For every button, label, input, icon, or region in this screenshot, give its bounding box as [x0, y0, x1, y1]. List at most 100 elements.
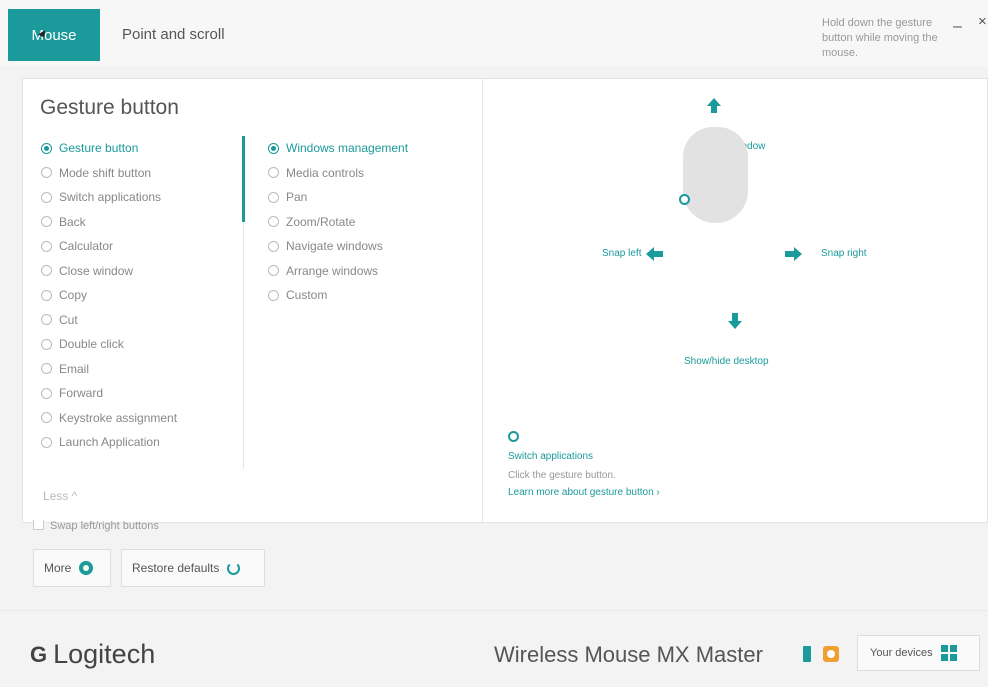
radio-icon[interactable]	[41, 436, 52, 448]
radio-icon[interactable]	[268, 167, 279, 179]
radio-icon[interactable]	[41, 338, 52, 350]
less-toggle[interactable]: Less ^	[43, 489, 77, 503]
tab-point-and-scroll[interactable]: Point and scroll	[122, 26, 225, 43]
radio-icon[interactable]	[41, 289, 52, 301]
gesture-mode-option[interactable]: Pan	[268, 185, 408, 210]
button-action-list: Gesture button Mode shift button Switch ap…	[41, 136, 177, 468]
button-action-option[interactable]: Launch Application	[41, 430, 177, 455]
label-show-hide-desktop: Show/hide desktop	[684, 356, 769, 367]
gear-icon	[79, 561, 94, 575]
radio-icon[interactable]	[41, 191, 52, 203]
button-action-option[interactable]: Mode shift button	[41, 161, 177, 186]
arrow-down-icon	[728, 321, 742, 329]
radio-icon[interactable]	[268, 216, 279, 228]
your-devices-button[interactable]: Your devices	[857, 635, 980, 671]
arrow-left-icon	[646, 247, 654, 261]
button-action-option[interactable]: Copy	[41, 283, 177, 308]
label-snap-right: Snap right	[821, 248, 867, 259]
gesture-mode-option[interactable]: Media controls	[268, 161, 408, 186]
radio-icon[interactable]	[41, 387, 52, 399]
button-action-option-label: Back	[59, 214, 86, 229]
logo-text: Logitech	[53, 639, 156, 669]
more-label: More	[44, 561, 72, 575]
gesture-mode-option-label: Pan	[286, 190, 308, 205]
button-action-option[interactable]: Keystroke assignment	[41, 406, 177, 431]
gesture-mode-option[interactable]: Windows management	[268, 136, 408, 161]
button-action-option[interactable]: Close window	[41, 259, 177, 284]
list-scrollbar-thumb[interactable]	[242, 136, 245, 222]
button-action-option-label: Forward	[59, 386, 104, 401]
button-action-option[interactable]: Cut	[41, 308, 177, 333]
button-action-option-label: Close window	[59, 263, 134, 278]
radio-icon[interactable]	[268, 265, 279, 277]
radio-icon[interactable]	[41, 412, 52, 424]
arrow-right-icon	[794, 247, 802, 261]
radio-icon[interactable]	[41, 363, 52, 375]
radio-icon[interactable]	[268, 191, 279, 203]
gesture-settings-panel: Gesture button Gesture button Mode shift …	[22, 78, 988, 523]
button-action-option-label: Double click	[59, 337, 124, 352]
gesture-mode-option-label: Windows management	[286, 141, 409, 156]
radio-icon[interactable]	[41, 216, 52, 228]
radio-icon[interactable]	[41, 142, 52, 154]
radio-icon[interactable]	[41, 314, 52, 326]
button-action-option-label: Keystroke assignment	[59, 410, 178, 425]
your-devices-label: Your devices	[870, 647, 933, 659]
more-button[interactable]: More	[33, 549, 111, 587]
button-action-option[interactable]: Calculator	[41, 234, 177, 259]
gesture-button-marker	[679, 194, 690, 205]
gesture-mode-option-label: Arrange windows	[286, 263, 379, 278]
device-name: Wireless Mouse MX Master	[494, 642, 763, 667]
close-button[interactable]: ×	[978, 13, 987, 30]
button-action-option[interactable]: Switch applications	[41, 185, 177, 210]
devices-grid-icon	[940, 645, 957, 661]
arrow-left-stem	[654, 251, 663, 257]
button-action-option[interactable]: Double click	[41, 332, 177, 357]
switch-applications-description: Click the gesture button.	[508, 470, 616, 481]
unifying-receiver-icon	[823, 646, 839, 662]
radio-icon[interactable]	[41, 265, 52, 277]
arrow-up-stem	[711, 105, 717, 113]
button-action-option[interactable]: Email	[41, 357, 177, 382]
gesture-mode-option-label: Custom	[286, 288, 328, 303]
radio-icon[interactable]	[268, 142, 279, 154]
button-action-option-label: Email	[59, 361, 90, 376]
label-snap-left: Snap left	[602, 248, 642, 259]
logitech-logo: G Logitech	[30, 639, 155, 670]
gesture-mode-option[interactable]: Navigate windows	[268, 234, 408, 259]
radio-icon[interactable]	[41, 167, 52, 179]
gesture-mode-option-label: Zoom/Rotate	[286, 214, 356, 229]
button-action-option-label: Launch Application	[59, 435, 160, 450]
gesture-mode-list: Windows management Media controls Pan Zoom/…	[268, 136, 408, 308]
mouse-illustration	[683, 127, 748, 223]
radio-icon[interactable]	[268, 240, 279, 252]
arrow-right-stem	[785, 251, 794, 257]
button-action-option-label: Calculator	[59, 239, 114, 254]
restore-defaults-button[interactable]: Restore defaults	[121, 549, 265, 587]
button-action-option-label: Copy	[59, 288, 88, 303]
button-action-option-label: Cut	[59, 312, 78, 327]
button-action-option[interactable]: Back	[41, 210, 177, 235]
gesture-mode-option[interactable]: Custom	[268, 283, 408, 308]
gesture-mode-option-label: Navigate windows	[286, 239, 383, 254]
gesture-mode-option[interactable]: Zoom/Rotate	[268, 210, 408, 235]
swap-buttons-row[interactable]: Swap left/right buttons	[33, 520, 159, 532]
radio-icon[interactable]	[268, 289, 279, 301]
footer-bar: G Logitech Wireless Mouse MX Master Your…	[0, 610, 988, 687]
gesture-hint: Hold down the gesture button while movin…	[822, 17, 938, 59]
swap-buttons-label: Swap left/right buttons	[50, 520, 159, 532]
gesture-mode-option[interactable]: Arrange windows	[268, 259, 408, 284]
panel-title: Gesture button	[40, 96, 179, 119]
button-action-option-label: Switch applications	[59, 190, 162, 205]
restore-defaults-label: Restore defaults	[132, 561, 220, 575]
swap-buttons-checkbox[interactable]	[33, 520, 44, 530]
restore-icon	[227, 561, 241, 575]
radio-icon[interactable]	[41, 240, 52, 252]
minimize-button[interactable]: –	[953, 18, 962, 36]
learn-more-link[interactable]: Learn more about gesture button ›	[508, 487, 660, 498]
battery-icon	[803, 646, 811, 662]
button-action-option-label: Mode shift button	[59, 165, 152, 180]
button-action-option[interactable]: Forward	[41, 381, 177, 406]
tab-mouse[interactable]: Mouse	[8, 9, 100, 61]
button-action-option[interactable]: Gesture button	[41, 136, 177, 161]
